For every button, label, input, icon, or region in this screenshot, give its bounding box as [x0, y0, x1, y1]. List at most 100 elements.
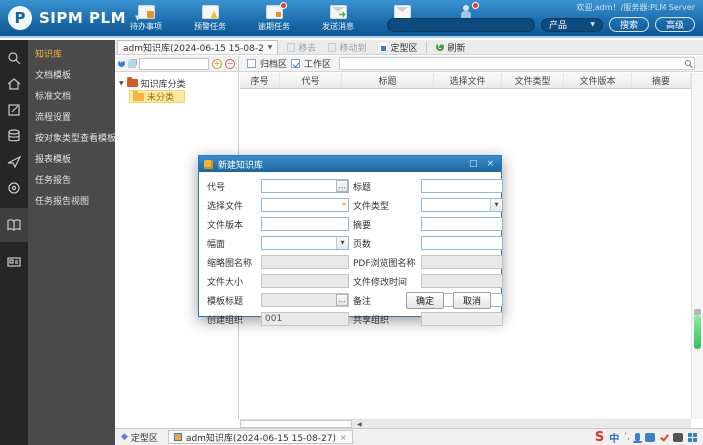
- search-icon: [685, 60, 691, 66]
- tree-node-root[interactable]: ▼ 知识库分类: [115, 76, 238, 90]
- list-search-box: [339, 57, 695, 70]
- vertical-scrollbar-thumb[interactable]: [694, 315, 701, 349]
- plm-logo-icon: P: [8, 6, 32, 30]
- cancel-button[interactable]: 取消: [452, 292, 491, 309]
- search-button[interactable]: 搜索: [608, 17, 649, 32]
- knowledge-book-icon[interactable]: [0, 208, 28, 242]
- title-input[interactable]: [421, 179, 503, 193]
- browse-button[interactable]: …: [336, 180, 348, 192]
- top-bar: P SIPM PLM ▼ 待办事项 预警任务 逾期任务 发送消息: [0, 0, 703, 38]
- chinese-mode-indicator[interactable]: 中: [609, 430, 619, 445]
- workspace-tab[interactable]: adm知识库(2024-06-15 15-08-2 ▼: [117, 40, 279, 54]
- todo-items-button[interactable]: 待办事项: [122, 5, 170, 32]
- sidebar-item-standard-document[interactable]: 标准文档: [28, 87, 115, 108]
- horizontal-scrollbar-thumb[interactable]: [240, 420, 352, 428]
- move-to-button[interactable]: 移动到: [325, 41, 369, 54]
- column-header-file-version[interactable]: 文件版本: [564, 73, 632, 88]
- page-count-input[interactable]: [421, 236, 503, 250]
- skin-check-icon[interactable]: [660, 433, 668, 441]
- remove-button[interactable]: 移去: [284, 41, 319, 54]
- pdf-preview-name-field: [421, 255, 503, 269]
- toolbox-grid-icon[interactable]: [688, 432, 697, 442]
- warning-tasks-button[interactable]: 预警任务: [186, 5, 234, 32]
- sidebar-item-task-report-view[interactable]: 任务报告视图: [28, 192, 115, 213]
- field-label: 文件类型: [353, 201, 390, 212]
- sogou-logo-icon[interactable]: S: [595, 431, 604, 444]
- tree-refresh-icon[interactable]: [118, 60, 125, 67]
- list-search-input[interactable]: [340, 58, 694, 69]
- folder-browse-button[interactable]: [336, 199, 348, 211]
- card-display-icon[interactable]: [0, 250, 28, 274]
- dialog-title-bar[interactable]: 新建知识库 □ ×: [199, 156, 501, 172]
- warning-task-icon: [201, 5, 219, 19]
- column-header-code[interactable]: 代号: [280, 73, 342, 88]
- support-headset-icon[interactable]: [0, 176, 28, 200]
- collapse-all-button[interactable]: −: [225, 58, 235, 69]
- horizontal-scrollbar[interactable]: ◀: [240, 419, 691, 428]
- finalize-zone-status-item[interactable]: ◆ 定型区: [121, 431, 158, 444]
- sidebar-item-document-template[interactable]: 文档模板: [28, 66, 115, 87]
- voice-input-icon[interactable]: [633, 433, 642, 443]
- app-logo[interactable]: P SIPM PLM ▼: [8, 6, 140, 30]
- punctuation-mode-icon[interactable]: ’,: [624, 432, 630, 442]
- database-icon[interactable]: [0, 124, 28, 148]
- sidebar-item-knowledge-base[interactable]: 知识库: [28, 45, 115, 66]
- column-header-title[interactable]: 标题: [342, 73, 434, 88]
- sidebar-item-report-template[interactable]: 报表模板: [28, 150, 115, 171]
- dialog-footer: 确定 取消: [405, 292, 491, 309]
- edit-icon[interactable]: [0, 98, 28, 122]
- chevron-down-icon[interactable]: ▼: [336, 237, 348, 249]
- scroll-left-arrow-icon[interactable]: ◀: [357, 421, 362, 428]
- column-header-select-file[interactable]: 选择文件: [434, 73, 502, 88]
- field-label: 选择文件: [207, 201, 244, 212]
- column-header-seq[interactable]: 序号: [240, 73, 280, 88]
- overdue-tasks-button[interactable]: 逾期任务: [250, 2, 298, 32]
- global-search-bar: 产品 ▼ 搜索 高级: [386, 17, 695, 32]
- sidebar-item-view-template-by-object-type[interactable]: 按对象类型查看模板: [28, 129, 116, 150]
- work-zone-checkbox[interactable]: [291, 59, 301, 68]
- search-category-dropdown[interactable]: 产品 ▼: [540, 17, 603, 32]
- app-window: P SIPM PLM ▼ 待办事项 预警任务 逾期任务 发送消息: [0, 0, 703, 445]
- close-icon[interactable]: ×: [340, 433, 347, 442]
- expand-all-button[interactable]: +: [212, 58, 222, 69]
- keyboard-icon[interactable]: [673, 432, 683, 442]
- dialog-title: 新建知识库: [218, 160, 264, 171]
- tree-node-uncategorized[interactable]: 未分类: [129, 90, 185, 103]
- send-message-icon: [329, 5, 347, 19]
- column-header-summary[interactable]: 摘要: [632, 73, 691, 88]
- finalize-zone-icon: [378, 42, 388, 52]
- global-search-input[interactable]: [386, 17, 535, 32]
- chevron-down-icon[interactable]: ▼: [490, 199, 502, 211]
- sidebar-item-process-settings[interactable]: 流程设置: [28, 108, 115, 129]
- column-header-file-type[interactable]: 文件类型: [502, 73, 564, 88]
- advanced-search-button[interactable]: 高级: [654, 17, 695, 32]
- vertical-scrollbar[interactable]: [691, 73, 703, 419]
- work-zone-label: 工作区: [304, 60, 332, 70]
- summary-input[interactable]: [421, 217, 503, 231]
- remove-icon: [287, 42, 296, 52]
- dialog-icon: [204, 159, 213, 169]
- tree-layers-icon[interactable]: [128, 59, 136, 68]
- input-panel-icon[interactable]: [645, 432, 655, 442]
- maximize-icon[interactable]: □: [467, 159, 480, 169]
- finalize-zone-button[interactable]: 定型区: [375, 41, 420, 54]
- ok-button[interactable]: 确定: [405, 292, 444, 309]
- new-knowledge-dialog: 新建知识库 □ × 代号 … 标题 选择文件 文件类型 ▼ 文件版本 摘要 幅面…: [198, 155, 503, 326]
- input-method-tray: S 中 ’,: [595, 430, 697, 445]
- archive-zone-checkbox[interactable]: [247, 59, 256, 68]
- file-version-input[interactable]: [261, 217, 349, 231]
- send-icon[interactable]: [0, 150, 28, 174]
- sidebar-item-task-report[interactable]: 任务报告: [28, 171, 115, 192]
- home-icon[interactable]: [0, 72, 28, 96]
- tree-expander-icon[interactable]: ▼: [119, 80, 124, 87]
- welcome-text: 欢迎,adm！/服务器:PLM Server: [576, 3, 695, 12]
- chevron-down-icon: ▼: [590, 21, 595, 28]
- refresh-button[interactable]: 刷新: [433, 41, 468, 54]
- tree-filter-input[interactable]: [139, 57, 209, 70]
- search-module-icon[interactable]: [0, 46, 28, 70]
- send-message-button[interactable]: 发送消息: [314, 5, 362, 32]
- todo-icon: [137, 5, 155, 19]
- browse-button[interactable]: …: [336, 294, 348, 306]
- close-icon[interactable]: ×: [484, 159, 496, 169]
- open-document-tab[interactable]: adm知识库(2024-06-15 15-08-27) ×: [167, 430, 353, 444]
